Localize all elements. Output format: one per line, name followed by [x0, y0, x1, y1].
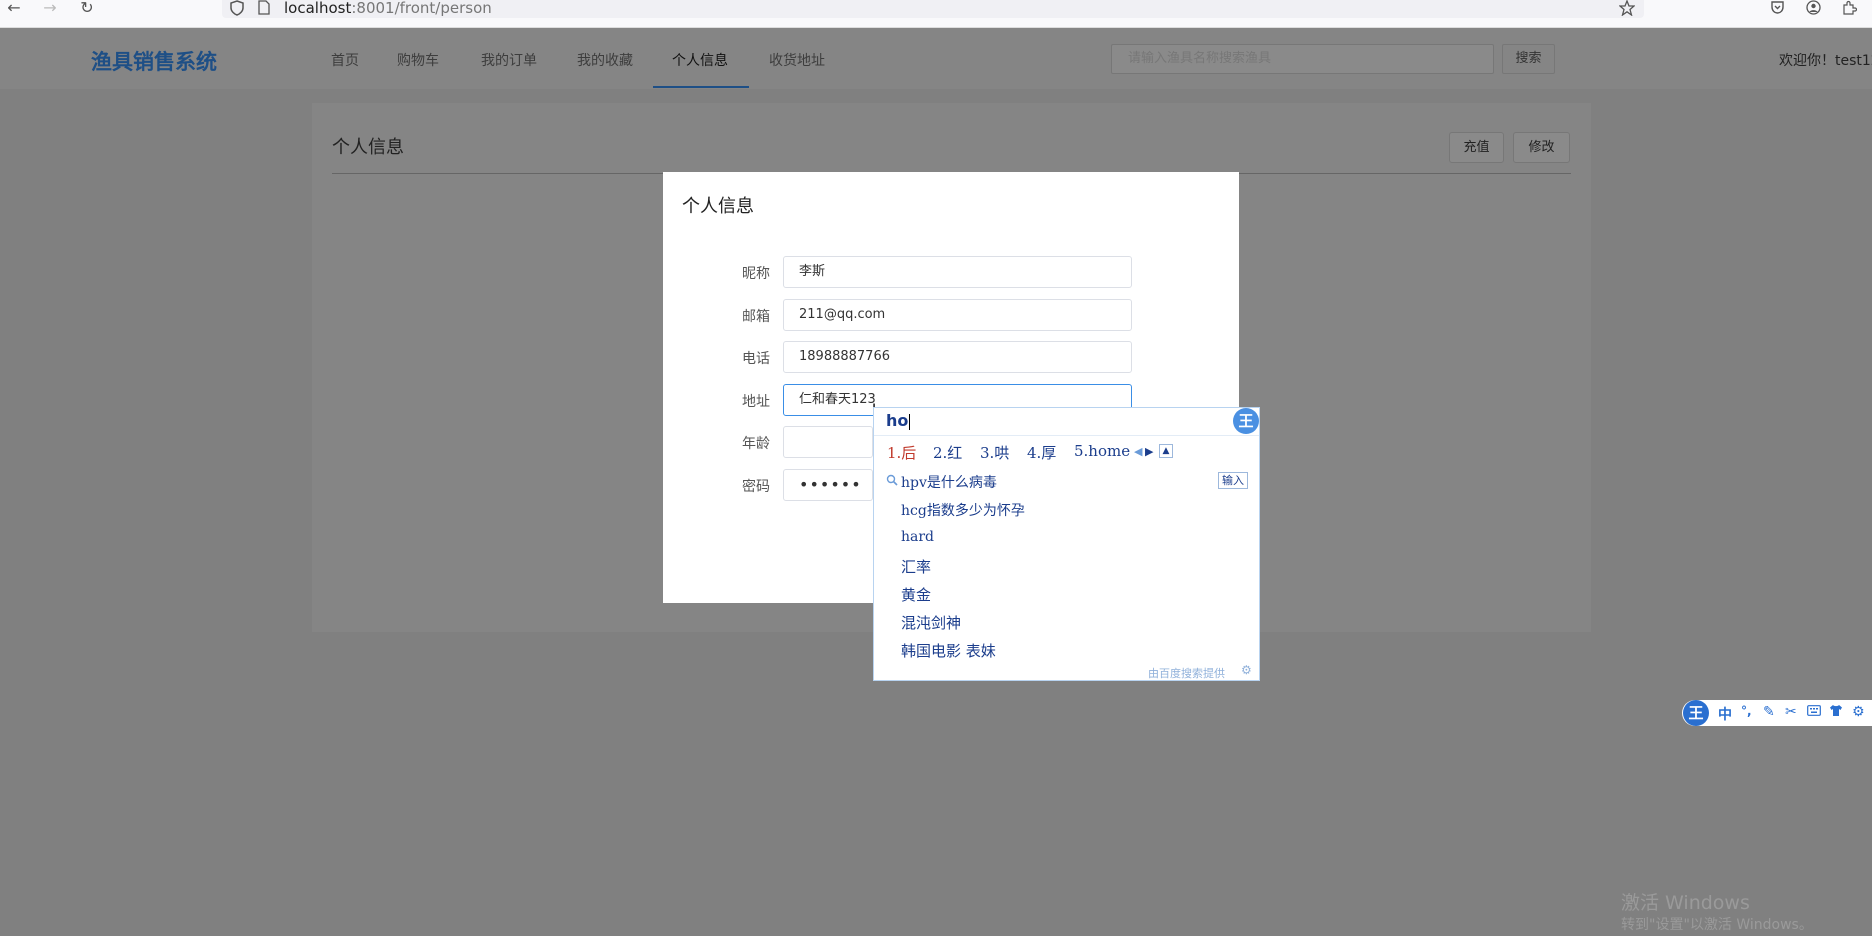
extensions-icon[interactable]	[1842, 0, 1858, 18]
ime-toolbar-logo-icon[interactable]: 王	[1683, 700, 1709, 726]
phone-label: 电话	[742, 351, 770, 367]
reload-icon[interactable]: ↻	[76, 0, 98, 18]
welcome-text: 欢迎你！test12	[1779, 53, 1872, 69]
keyboard-icon[interactable]	[1807, 704, 1821, 720]
panel-title: 个人信息	[332, 137, 404, 158]
ime-next-page-icon[interactable]: ▶	[1145, 445, 1153, 458]
dialog-title: 个人信息	[682, 196, 754, 217]
ime-candidate-2[interactable]: 2.红	[933, 442, 962, 463]
ime-provider-text: 由百度搜索提供	[1148, 667, 1225, 680]
nav-favorites[interactable]: 我的收藏	[577, 50, 633, 70]
phone-field[interactable]: 18988887766	[783, 341, 1132, 373]
bookmark-star-icon[interactable]	[1618, 0, 1636, 19]
ime-suggestion[interactable]: hpv是什么病毒	[901, 472, 997, 492]
ime-candidate-1[interactable]: 1.后	[887, 442, 916, 463]
windows-activation-title: 激活 Windows	[1621, 892, 1750, 914]
pocket-icon[interactable]	[1770, 0, 1785, 18]
windows-activation-subtitle: 转到"设置"以激活 Windows。	[1621, 917, 1813, 933]
ime-suggestion[interactable]: hard	[901, 529, 934, 545]
ime-logo-icon: 王	[1233, 408, 1259, 434]
forward-icon[interactable]: →	[39, 0, 61, 18]
ime-divider	[874, 435, 1259, 436]
search-input[interactable]: 请输入渔具名称搜索渔具	[1111, 44, 1494, 74]
ime-toolbar	[1682, 700, 1872, 726]
password-label: 密码	[742, 479, 770, 495]
account-icon[interactable]	[1806, 0, 1821, 18]
url-text[interactable]: localhost:8001/front/person	[284, 0, 492, 16]
nickname-label: 昵称	[742, 266, 770, 282]
ime-suggestion[interactable]: 混沌剑神	[901, 612, 961, 633]
skin-shirt-icon[interactable]	[1829, 704, 1843, 721]
ime-composition: ho	[886, 411, 911, 430]
nav-orders[interactable]: 我的订单	[481, 50, 537, 70]
nickname-field[interactable]: 李斯	[783, 256, 1132, 288]
search-icon	[886, 474, 898, 489]
shield-icon[interactable]	[230, 0, 244, 19]
edit-button[interactable]: 修改	[1513, 132, 1570, 163]
nav-home[interactable]: 首页	[331, 50, 359, 70]
ime-input-button[interactable]: 输入	[1218, 472, 1248, 489]
nav-active-indicator	[653, 86, 749, 88]
address-label: 地址	[742, 394, 770, 410]
age-field[interactable]	[783, 426, 873, 458]
recharge-button[interactable]: 充值	[1449, 132, 1504, 163]
ime-suggestion[interactable]: 汇率	[901, 556, 931, 577]
scissors-icon[interactable]: ✂	[1785, 704, 1797, 720]
ime-suggestion[interactable]: 黄金	[901, 584, 931, 605]
age-label: 年龄	[742, 436, 770, 452]
pen-icon[interactable]: ✎	[1763, 704, 1775, 720]
search-button[interactable]: 搜索	[1502, 44, 1555, 74]
ime-expand-icon[interactable]: ▲	[1159, 444, 1173, 458]
ime-candidate-3[interactable]: 3.哄	[980, 442, 1009, 463]
ime-punctuation-toggle[interactable]: °,	[1741, 704, 1752, 718]
app-header	[0, 28, 1872, 89]
brand-logo[interactable]: 渔具销售系统	[91, 46, 217, 76]
ime-candidate-5[interactable]: 5.home	[1074, 442, 1130, 460]
page-icon	[258, 0, 270, 18]
email-field[interactable]: 211@qq.com	[783, 299, 1132, 331]
ime-suggestion[interactable]: hcg指数多少为怀孕	[901, 500, 1025, 520]
password-field[interactable]: ••••••	[783, 469, 873, 501]
email-label: 邮箱	[742, 309, 770, 325]
ime-candidate-4[interactable]: 4.厚	[1027, 442, 1056, 463]
gear-icon[interactable]: ⚙	[1241, 663, 1252, 677]
nav-cart[interactable]: 购物车	[397, 50, 439, 70]
ime-prev-page-icon[interactable]: ◀	[1134, 445, 1142, 458]
settings-gear-icon[interactable]: ⚙	[1852, 704, 1865, 720]
nav-profile[interactable]: 个人信息	[672, 50, 728, 70]
nav-address[interactable]: 收货地址	[769, 50, 825, 70]
back-icon[interactable]: ←	[3, 0, 25, 18]
ime-suggestion[interactable]: 韩国电影 表妹	[901, 640, 996, 661]
ime-mode-toggle[interactable]: 中	[1718, 704, 1732, 724]
